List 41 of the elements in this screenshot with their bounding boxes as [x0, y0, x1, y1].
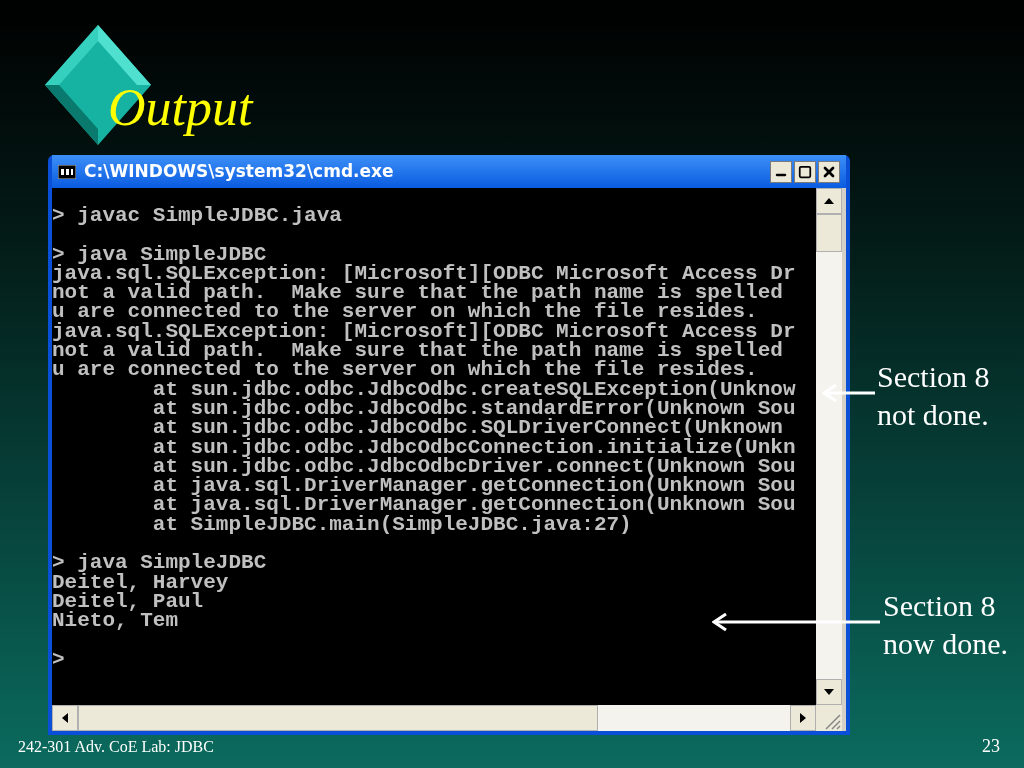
console-line: not a valid path. Make sure that the path name is spelled — [52, 341, 783, 361]
maximize-button[interactable] — [794, 160, 816, 183]
console-line: at sun.jdbc.odbc.JdbcOdbc.createSQLException(Unknow — [151, 379, 796, 399]
scroll-thumb[interactable] — [816, 214, 842, 252]
console-line: > — [52, 649, 65, 670]
scroll-left-icon[interactable] — [52, 705, 78, 731]
console-line: at sun.jdbc.odbc.JdbcOdbcConnection.initialize(Unkn — [151, 437, 796, 457]
minimize-button[interactable] — [770, 160, 792, 183]
console-line: Deitel, Paul — [52, 591, 204, 612]
console-line: > javac SimpleJDBC.java — [52, 206, 342, 226]
window-title: C:\WINDOWS\system32\cmd.exe — [84, 159, 394, 183]
console-line: at sun.jdbc.odbc.JdbcOdbc.standardError(Unknown Sou — [151, 398, 796, 419]
resize-grip-icon[interactable] — [816, 705, 842, 731]
console-line: java.sql.SQLException: [Microsoft][ODBC Microsoft Access Dr — [52, 263, 796, 284]
close-button[interactable] — [818, 160, 840, 183]
console-line: u are connected to the server on which the file resides. — [52, 360, 758, 380]
annotation-note: Section 8 not done. — [877, 359, 990, 433]
console-line: not a valid path. Make sure that the path name is spelled — [52, 283, 783, 303]
slide-footer: 242-301 Adv. CoE Lab: JDBC — [18, 735, 214, 759]
console-line: > java SimpleJDBC — [52, 553, 267, 573]
maximize-icon — [798, 164, 812, 179]
console-line: at java.sql.DriverManager.getConnection(Unknown Sou — [151, 495, 796, 515]
console-line: at java.sql.DriverManager.getConnection(Unknown Sou — [151, 476, 796, 496]
console-line: > java SimpleJDBC — [52, 244, 267, 264]
scroll-right-icon[interactable] — [790, 705, 816, 731]
console-line: at SimpleJDBC.main(SimpleJDBC.java:27) — [151, 514, 632, 535]
console-app-icon — [58, 164, 76, 179]
scroll-up-icon[interactable] — [816, 188, 842, 214]
console-line: Deitel, Harvey — [52, 572, 229, 592]
console-line: at sun.jdbc.odbc.JdbcOdbc.SQLDriverConnect(Unknown — [151, 418, 783, 438]
scroll-down-icon[interactable] — [816, 679, 842, 705]
page-number: 23 — [982, 735, 1000, 758]
vertical-scrollbar[interactable] — [816, 188, 842, 705]
scroll-thumb[interactable] — [78, 705, 598, 731]
console-line: java.sql.SQLException: [Microsoft][ODBC Microsoft Access Dr — [52, 321, 796, 342]
console-line: Nieto, Tem — [52, 611, 179, 631]
annotation-note: Section 8 now done. — [883, 588, 1008, 662]
console-line: u are connected to the server on which the file resides. — [52, 302, 758, 322]
horizontal-scrollbar[interactable] — [52, 705, 816, 731]
arrow — [822, 384, 875, 402]
console-line: at sun.jdbc.odbc.JdbcOdbcDriver.connect(Unknown Sou — [151, 456, 796, 477]
